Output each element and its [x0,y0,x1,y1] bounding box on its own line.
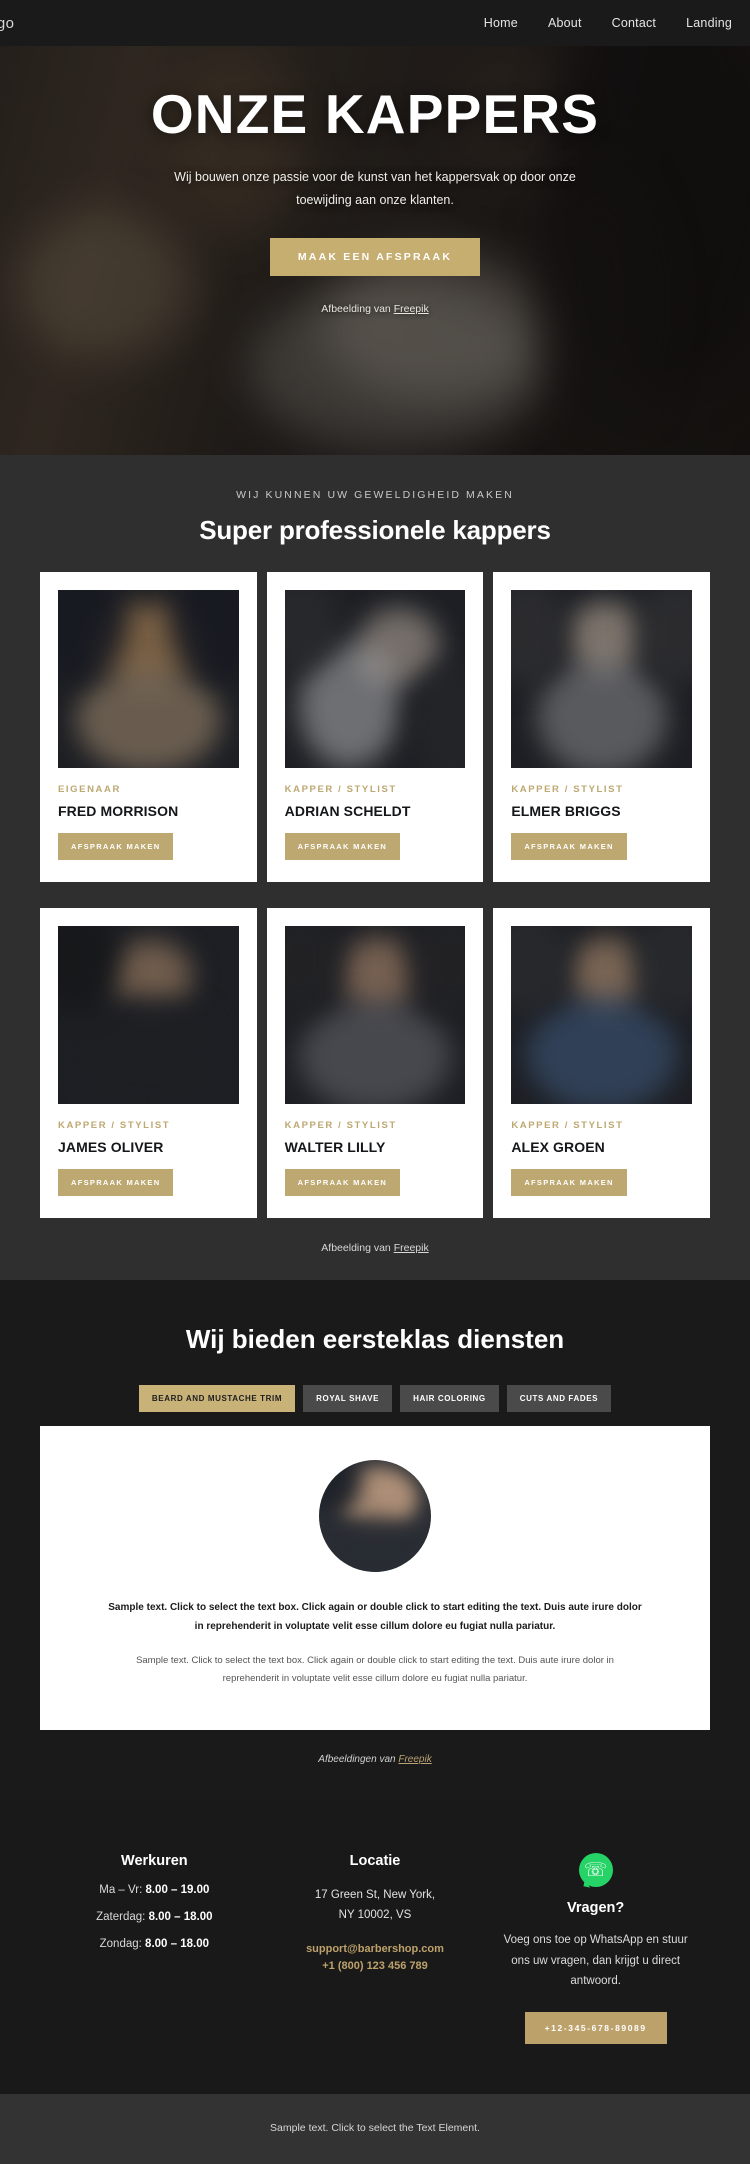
team-card[interactable]: KAPPER / STYLIST ADRIAN SCHELDT AFSPRAAK… [266,572,484,882]
team-grid-row-1: EIGENAAR FRED MORRISON AFSPRAAK MAKEN KA… [0,572,750,882]
team-credit-prefix: Afbeelding van [321,1242,394,1254]
team-image-credit: Afbeelding van Freepik [0,1242,750,1254]
services-credit-link[interactable]: Freepik [398,1754,431,1765]
services-image-credit: Afbeeldingen van Freepik [0,1754,750,1765]
hero-section: ONZE KAPPERS Wij bouwen onze passie voor… [0,0,750,455]
service-body-text: Sample text. Click to select the text bo… [136,1655,614,1685]
tab-royal-shave[interactable]: ROYAL SHAVE [303,1385,393,1412]
footer-whatsapp-button[interactable]: +12-345-678-89089 [524,2012,667,2045]
team-member-appointment-button[interactable]: AFSPRAAK MAKEN [511,833,627,860]
hero-title: ONZE KAPPERS [150,83,600,145]
main-nav: Home About Contact Landing [484,16,732,30]
footer-location-column: Locatie 17 Green St, New York, NY 10002,… [265,1853,486,2044]
services-credit-prefix: Afbeeldingen van [318,1754,399,1766]
team-section: WIJ KUNNEN UW GEWELDIGHEID MAKEN Super p… [0,455,750,1280]
team-member-role: KAPPER / STYLIST [58,1120,171,1131]
team-member-appointment-button[interactable]: AFSPRAAK MAKEN [284,833,401,860]
team-member-role: KAPPER / STYLIST [284,1120,397,1131]
tab-hair-coloring[interactable]: HAIR COLORING [400,1385,499,1412]
bottom-bar-text: Sample text. Click to select the Text El… [270,2122,480,2135]
service-image [319,1460,431,1572]
nav-item-contact[interactable]: Contact [612,16,656,30]
team-member-name: ELMER BRIGGS [511,803,621,819]
top-navigation-bar: ogo Home About Contact Landing [0,0,750,46]
team-member-role: KAPPER / STYLIST [511,1120,624,1131]
hours-value-sunday: 8.00 – 18.00 [145,1938,209,1951]
footer-hours-row: Zaterdag: 8.00 – 18.00 [44,1911,265,1923]
team-card[interactable]: EIGENAAR FRED MORRISON AFSPRAAK MAKEN [40,572,257,882]
hero-subtitle: Wij bouwen onze passie voor de kunst van… [174,169,576,207]
footer-hours-column: Werkuren Ma – Vr: 8.00 – 19.00 Zaterdag:… [44,1853,265,2044]
nav-item-about[interactable]: About [548,16,582,30]
hours-value-weekdays: 8.00 – 19.00 [145,1884,210,1897]
team-member-name: FRED MORRISON [58,803,179,819]
team-card[interactable]: KAPPER / STYLIST WALTER LILLY AFSPRAAK M… [266,908,484,1218]
services-title: Wij bieden eersteklas diensten [185,1324,565,1354]
hero-image-credit: Afbeelding van Freepik [0,303,750,315]
services-section: Wij bieden eersteklas diensten BEARD AND… [0,1280,750,1800]
team-title: Super professionele kappers [199,515,551,545]
team-member-name: JAMES OLIVER [58,1139,164,1155]
team-member-role: KAPPER / STYLIST [284,784,397,795]
hours-label-sunday: Zondag: [99,1938,146,1951]
footer-address: 17 Green St, New York, NY 10002, VS [265,1885,486,1925]
hero-credit-prefix: Afbeelding van [321,303,394,315]
tab-beard-and-mustache-trim[interactable]: BEARD AND MUSTACHE TRIM [138,1385,296,1412]
hero-appointment-button[interactable]: MAAK EEN AFSPRAAK [269,238,481,276]
footer-email-link[interactable]: support@barbershop.com [265,1943,486,1955]
footer-questions-title: Vragen? [567,1900,625,1917]
team-member-appointment-button[interactable]: AFSPRAAK MAKEN [511,1169,627,1196]
team-member-name: WALTER LILLY [284,1139,386,1155]
services-tab-list: BEARD AND MUSTACHE TRIM ROYAL SHAVE HAIR… [0,1385,750,1412]
nav-item-landing[interactable]: Landing [686,16,732,30]
footer-phone-link[interactable]: +1 (800) 123 456 789 [265,1960,486,1972]
hours-label-saturday: Zaterdag: [96,1911,149,1924]
tab-cuts-and-fades[interactable]: CUTS AND FADES [506,1385,612,1412]
footer-location-title: Locatie [349,1853,401,1870]
team-member-appointment-button[interactable]: AFSPRAAK MAKEN [284,1169,401,1196]
landing-page: ogo Home About Contact Landing ONZE KAPP… [0,0,750,2164]
service-lead-text: Sample text. Click to select the text bo… [108,1602,642,1632]
team-card[interactable]: KAPPER / STYLIST JAMES OLIVER AFSPRAAK M… [40,908,257,1218]
bottom-bar: Sample text. Click to select the Text El… [0,2094,750,2164]
nav-item-home[interactable]: Home [484,16,518,30]
hero-credit-link[interactable]: Freepik [394,303,429,315]
team-member-name: ALEX GROEN [511,1139,605,1155]
team-member-role: KAPPER / STYLIST [511,784,624,795]
team-member-photo [58,926,239,1104]
address-line-1: 17 Green St, New York, [314,1889,436,1902]
team-member-photo [284,926,466,1104]
team-member-photo [58,590,239,768]
footer-hours-row: Zondag: 8.00 – 18.00 [44,1938,265,1950]
footer-hours-row: Ma – Vr: 8.00 – 19.00 [44,1884,265,1896]
team-card[interactable]: KAPPER / STYLIST ELMER BRIGGS AFSPRAAK M… [493,572,710,882]
hours-value-saturday: 8.00 – 18.00 [148,1911,213,1924]
footer-hours-title: Werkuren [121,1853,188,1870]
footer-questions-body: Voeg ons toe op WhatsApp en stuur ons uw… [503,1934,688,1988]
team-member-photo [511,926,692,1104]
team-member-photo [284,590,466,768]
footer-questions-column: ☏ Vragen? Voeg ons toe op WhatsApp en st… [485,1853,706,2045]
hours-label-weekdays: Ma – Vr: [99,1884,146,1897]
whatsapp-icon[interactable]: ☏ [578,1853,613,1888]
services-panel: Sample text. Click to select the text bo… [40,1426,710,1731]
site-logo[interactable]: ogo [0,15,15,32]
team-member-appointment-button[interactable]: AFSPRAAK MAKEN [58,1169,174,1196]
address-line-2: NY 10002, VS [338,1909,412,1922]
team-member-name: ADRIAN SCHELDT [284,803,411,819]
team-card[interactable]: KAPPER / STYLIST ALEX GROEN AFSPRAAK MAK… [493,908,710,1218]
team-member-photo [511,590,692,768]
team-grid-row-2: KAPPER / STYLIST JAMES OLIVER AFSPRAAK M… [0,908,750,1218]
team-eyebrow: WIJ KUNNEN UW GEWELDIGHEID MAKEN [236,489,514,501]
team-member-role: EIGENAAR [58,784,121,795]
team-member-appointment-button[interactable]: AFSPRAAK MAKEN [58,833,174,860]
footer-section: Werkuren Ma – Vr: 8.00 – 19.00 Zaterdag:… [0,1799,750,2095]
team-credit-link[interactable]: Freepik [394,1242,429,1254]
